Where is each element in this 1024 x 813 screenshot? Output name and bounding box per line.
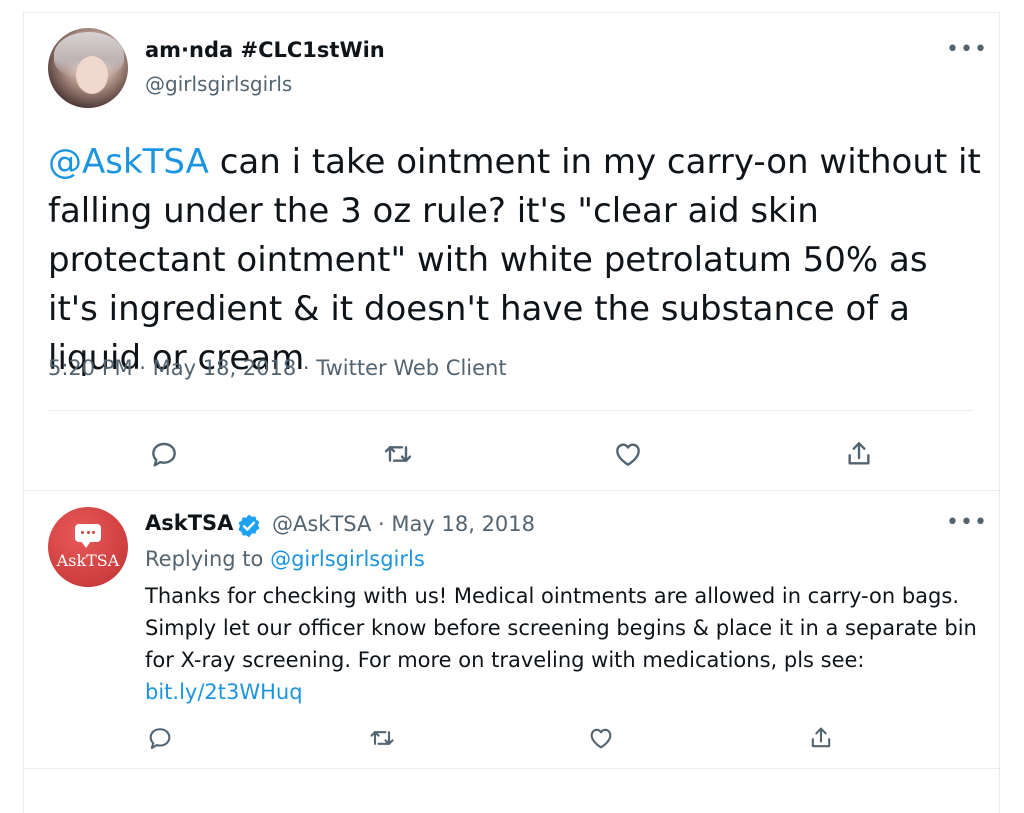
retweet-icon[interactable]: [364, 720, 400, 756]
retweet-icon[interactable]: [380, 436, 416, 472]
replying-handle-link[interactable]: @girlsgirlsgirls: [270, 547, 425, 571]
user-avatar[interactable]: [48, 28, 128, 108]
mention-link[interactable]: @AskTSA: [48, 142, 209, 182]
more-options-icon[interactable]: •••: [946, 512, 987, 534]
bottom-divider: [23, 768, 999, 769]
author-handle[interactable]: @girlsgirlsgirls: [145, 72, 292, 96]
tweet-meta[interactable]: 5:20 PM · May 18, 2018 · Twitter Web Cli…: [48, 356, 507, 380]
avatar-face: [76, 56, 108, 94]
divider: [48, 410, 974, 411]
tweet-text: @AskTSA can i take ointment in my carry-…: [48, 138, 988, 383]
like-icon[interactable]: [610, 436, 646, 472]
replying-to: Replying to @girlsgirlsgirls: [145, 547, 425, 571]
reply-icon[interactable]: [142, 720, 178, 756]
reply-body: Thanks for checking with us! Medical oin…: [145, 584, 977, 672]
share-icon[interactable]: [841, 436, 877, 472]
author-name[interactable]: am·nda #CLC1stWin: [145, 38, 385, 62]
reply-author-name[interactable]: AskTSA: [145, 511, 233, 535]
share-icon[interactable]: [803, 720, 839, 756]
like-icon[interactable]: [583, 720, 619, 756]
chat-bubble-icon: [75, 524, 101, 548]
reply-icon[interactable]: [146, 436, 182, 472]
replying-prefix: Replying to: [145, 547, 271, 571]
reply-text: Thanks for checking with us! Medical oin…: [145, 580, 985, 708]
more-options-icon[interactable]: •••: [946, 39, 987, 61]
reply-link[interactable]: bit.ly/2t3WHuq: [145, 680, 303, 704]
avatar-label: AskTSA: [56, 551, 120, 570]
tweet-separator: [23, 490, 999, 491]
reply-handle-date[interactable]: @AskTSA · May 18, 2018: [272, 512, 535, 536]
asktsa-avatar[interactable]: AskTSA: [48, 507, 128, 587]
verified-badge-icon: [238, 514, 260, 538]
